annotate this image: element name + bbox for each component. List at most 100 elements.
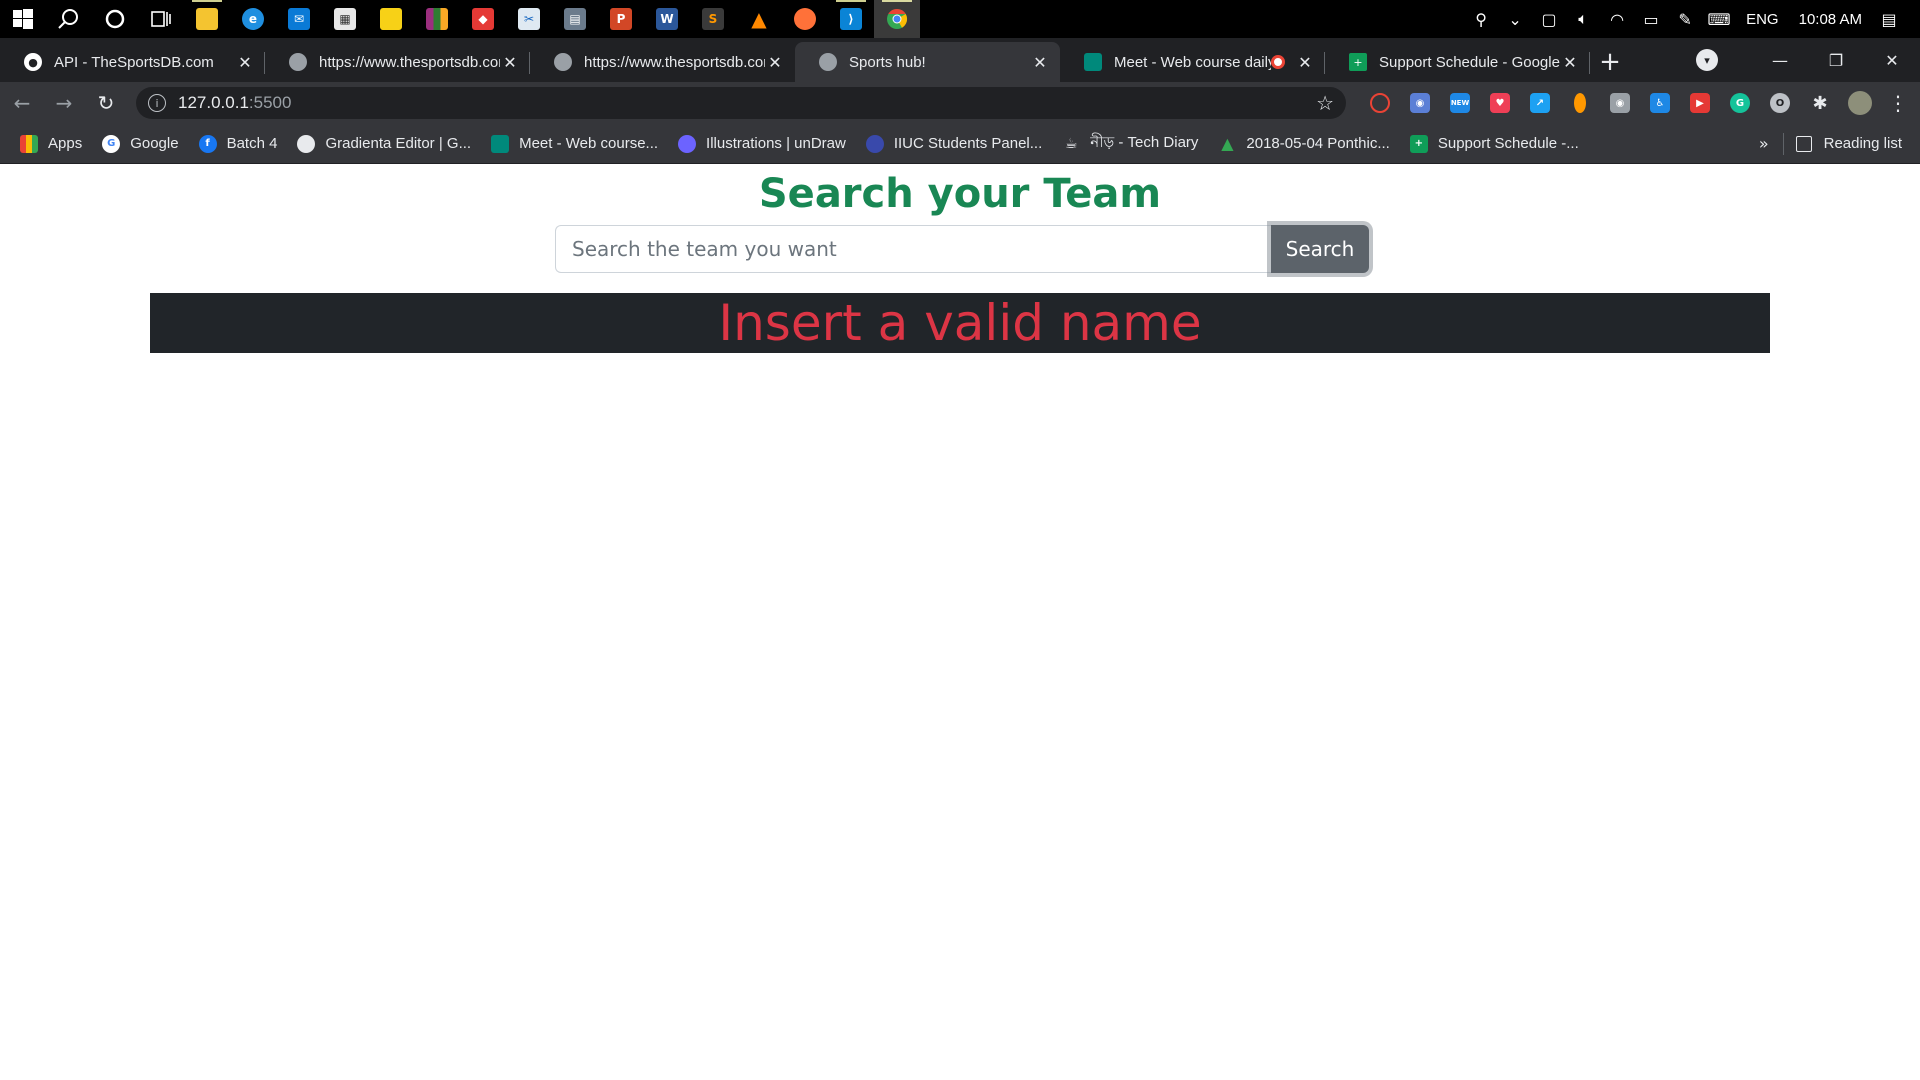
taskbar-app-firefox[interactable] [782,0,828,38]
extension-new[interactable]: NEW [1440,85,1480,121]
taskbar-app-word[interactable]: W [644,0,690,38]
battery-icon[interactable]: ▭ [1634,0,1668,38]
circle-icon: O [1770,93,1790,113]
restore-icon: ❐ [1828,50,1844,70]
taskbar-app-chrome[interactable] [874,0,920,38]
bookmark-batch-4[interactable]: f Batch 4 [189,128,288,160]
extension-blocker[interactable] [1360,85,1400,121]
extension-accessibility[interactable]: ♿ [1640,85,1680,121]
cortana-button[interactable] [92,0,138,38]
puzzle-icon: ✱ [1812,92,1828,114]
extension-screenshot[interactable]: ◉ [1400,85,1440,121]
language-indicator[interactable]: ENG [1736,11,1789,28]
tab-thesportsdb-1[interactable]: https://www.thesportsdb.com ✕ [265,42,530,82]
extension-circle[interactable]: O [1760,85,1800,121]
taskbar-app-vlc[interactable]: ▲ [736,0,782,38]
reload-button[interactable]: ↻ [86,85,126,121]
cortana-icon [105,9,125,29]
volume-icon[interactable]: 🔈︎ [1566,0,1600,38]
meet-now-icon[interactable]: ▢ [1532,0,1566,38]
restore-button[interactable]: ❐ [1808,38,1864,82]
bookmark-gradienta[interactable]: Gradienta Editor | G... [287,128,481,160]
bookmark-meet[interactable]: Meet - Web course... [481,128,668,160]
taskbar-app-powerpoint[interactable]: P [598,0,644,38]
bookmark-google[interactable]: G Google [92,128,188,160]
close-icon[interactable]: ✕ [765,52,785,72]
bookmark-undraw[interactable]: Illustrations | unDraw [668,128,856,160]
tab-sports-hub[interactable]: Sports hub! ✕ [795,42,1060,82]
tab-api-thesportsdb[interactable]: ● API - TheSportsDB.com ✕ [0,42,265,82]
info-icon[interactable]: i [148,94,166,112]
minimize-button[interactable]: — [1752,38,1808,82]
reading-list-button[interactable]: Reading list [1784,135,1920,152]
chevron-up-icon[interactable]: ⌄ [1498,0,1532,38]
tab-search-button[interactable]: ▾ [1696,49,1718,71]
undraw-icon [678,134,697,153]
taskbar-app-vscode[interactable]: ⟩ [828,0,874,38]
taskbar-app-store[interactable]: ▦ [322,0,368,38]
bookmark-support-schedule[interactable]: + Support Schedule -... [1400,128,1589,160]
extension-orange[interactable] [1560,85,1600,121]
chrome-menu-icon[interactable]: ⋮ [1880,91,1916,115]
forward-button[interactable]: → [44,85,84,121]
extension-grammarly[interactable]: G [1720,85,1760,121]
mail-icon: ✉ [288,8,310,30]
star-icon[interactable]: ☆ [1316,91,1334,115]
pen-icon[interactable]: ✎ [1668,0,1702,38]
keyboard-icon[interactable]: ⌨ [1702,0,1736,38]
bookmark-iiuc[interactable]: IIUC Students Panel... [856,128,1052,160]
people-icon[interactable]: ⚲ [1464,0,1498,38]
new-tab-button[interactable]: + [1590,42,1630,82]
extension-camera[interactable]: ◉ [1600,85,1640,121]
close-icon[interactable]: ✕ [235,52,255,72]
chevron-down-icon: ▾ [1704,53,1710,67]
extension-translate[interactable]: ↗ [1520,85,1560,121]
extension-pocket[interactable]: ♥ [1480,85,1520,121]
back-button[interactable]: ← [2,85,42,121]
taskbar-app-snipping[interactable]: ✂ [506,0,552,38]
taskbar-app-anydesk[interactable]: ◆ [460,0,506,38]
tab-thesportsdb-2[interactable]: https://www.thesportsdb.com ✕ [530,42,795,82]
tab-title: Support Schedule - Google Sheets [1379,53,1560,71]
taskbar-app-edge[interactable]: e [230,0,276,38]
taskbar-app-file-explorer[interactable] [184,0,230,38]
profile-button[interactable] [1840,85,1880,121]
recording-icon [1271,55,1285,69]
close-icon[interactable]: ✕ [1030,52,1050,72]
wifi-icon[interactable]: ◠ [1600,0,1634,38]
search-icon [58,9,78,29]
close-icon[interactable]: ✕ [500,52,520,72]
close-icon[interactable]: ✕ [1560,52,1580,72]
extensions-menu[interactable]: ✱ [1800,85,1840,121]
bookmarks-overflow-button[interactable]: » [1745,134,1783,153]
taskbar-search-button[interactable] [46,0,92,38]
snipping-icon: ✂ [518,8,540,30]
globe-icon [297,134,316,153]
bookmark-tech-diary[interactable]: ☕ নীড় - Tech Diary [1052,128,1208,160]
taskbar-app-sticky-notes[interactable] [368,0,414,38]
tab-support-schedule[interactable]: + Support Schedule - Google Sheets ✕ [1325,42,1590,82]
bookmark-apps[interactable]: Apps [10,128,92,160]
close-icon[interactable]: ✕ [1295,52,1315,72]
search-button[interactable]: Search [1271,225,1369,273]
taskbar-app-sublime[interactable]: S [690,0,736,38]
taskbar-app-winrar[interactable] [414,0,460,38]
tab-meet-web-course[interactable]: Meet - Web course daily ✕ [1060,42,1325,82]
url-text[interactable]: 127.0.0.1:5500 [178,93,1316,113]
search-input[interactable] [555,225,1271,273]
address-bar[interactable]: i 127.0.0.1:5500 ☆ [136,87,1346,119]
taskbar-app-calculator[interactable]: ▤ [552,0,598,38]
anydesk-icon: ◆ [472,8,494,30]
notifications-icon[interactable]: ▤ [1872,0,1906,38]
start-button[interactable] [0,0,46,38]
bookmark-drive[interactable]: ▲ 2018-05-04 Ponthic... [1208,128,1399,160]
close-icon: ✕ [1885,50,1899,70]
meet-icon [1084,53,1102,71]
close-window-button[interactable]: ✕ [1864,38,1920,82]
taskbar-app-mail[interactable]: ✉ [276,0,322,38]
task-view-button[interactable] [138,0,184,38]
extension-video[interactable]: ▶ [1680,85,1720,121]
clock[interactable]: 10:08 AM [1789,11,1872,28]
tab-title: https://www.thesportsdb.com [584,53,765,71]
translate-icon: ↗ [1530,93,1550,113]
